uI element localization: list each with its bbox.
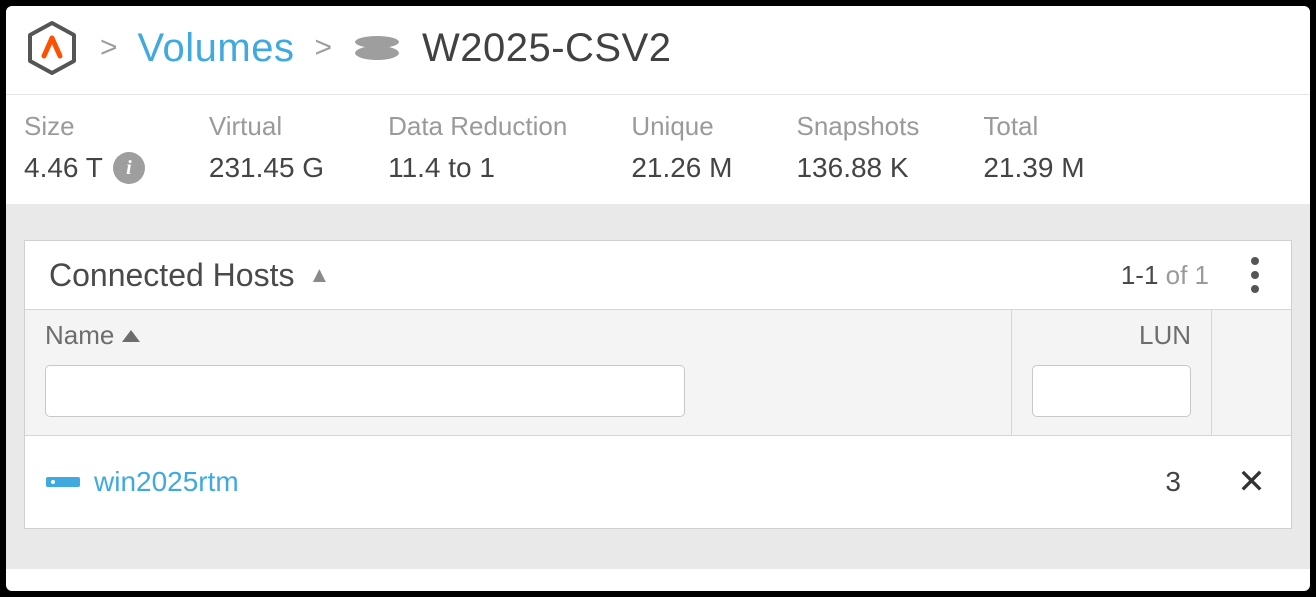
range-total: of 1: [1158, 260, 1209, 290]
stat-value: 231.45 G: [209, 152, 324, 184]
panel-menu-button[interactable]: [1243, 255, 1267, 295]
stat-size: Size 4.46 T i: [24, 111, 145, 184]
lun-filter-input[interactable]: [1032, 365, 1191, 417]
stat-value: 11.4 to 1: [388, 152, 495, 184]
column-header-name[interactable]: Name: [45, 320, 991, 351]
stat-value: 21.39 M: [983, 152, 1084, 184]
stat-label: Virtual: [209, 111, 324, 142]
volume-icon: [352, 33, 402, 63]
table-row: win2025rtm 3 ✕: [25, 436, 1291, 528]
info-icon[interactable]: i: [113, 152, 145, 184]
connected-hosts-panel: Connected Hosts ▲ 1-1 of 1 Name: [24, 240, 1292, 529]
stat-label: Snapshots: [796, 111, 919, 142]
column-header-lun[interactable]: LUN: [1032, 320, 1191, 351]
breadcrumb-chevron-icon: >: [314, 33, 332, 63]
lun-value: 3: [1011, 466, 1211, 498]
stat-value: 136.88 K: [796, 152, 908, 184]
breadcrumb-current: W2025-CSV2: [422, 26, 672, 71]
breadcrumb: > Volumes > W2025-CSV2: [6, 6, 1310, 94]
stat-unique: Unique 21.26 M: [631, 111, 732, 184]
host-icon: [46, 473, 80, 491]
volume-stats: Size 4.46 T i Virtual 231.45 G Data Redu…: [6, 94, 1310, 204]
product-logo-icon[interactable]: [24, 20, 80, 76]
stat-value: 4.46 T: [24, 152, 103, 184]
sort-asc-icon: [122, 330, 140, 342]
stat-label: Size: [24, 111, 145, 142]
table-header-row: Name LUN: [25, 310, 1291, 436]
column-header-label: LUN: [1139, 320, 1191, 351]
stat-label: Data Reduction: [388, 111, 567, 142]
stat-total: Total 21.39 M: [983, 111, 1084, 184]
pagination-range: 1-1 of 1: [1121, 260, 1209, 291]
panel-title-text: Connected Hosts: [49, 257, 294, 294]
breadcrumb-chevron-icon: >: [100, 33, 118, 63]
breadcrumb-volumes-link[interactable]: Volumes: [138, 26, 295, 71]
disconnect-button[interactable]: ✕: [1211, 465, 1291, 499]
stat-label: Total: [983, 111, 1084, 142]
panel-title[interactable]: Connected Hosts ▲: [49, 257, 330, 294]
stat-data-reduction: Data Reduction 11.4 to 1: [388, 111, 567, 184]
stat-value: 21.26 M: [631, 152, 732, 184]
stat-label: Unique: [631, 111, 732, 142]
name-filter-input[interactable]: [45, 365, 685, 417]
column-header-label: Name: [45, 320, 114, 351]
chevron-up-icon: ▲: [308, 262, 330, 288]
range-current: 1-1: [1121, 260, 1159, 290]
host-link[interactable]: win2025rtm: [46, 466, 991, 498]
stat-virtual: Virtual 231.45 G: [209, 111, 324, 184]
host-name: win2025rtm: [94, 466, 239, 498]
stat-snapshots: Snapshots 136.88 K: [796, 111, 919, 184]
